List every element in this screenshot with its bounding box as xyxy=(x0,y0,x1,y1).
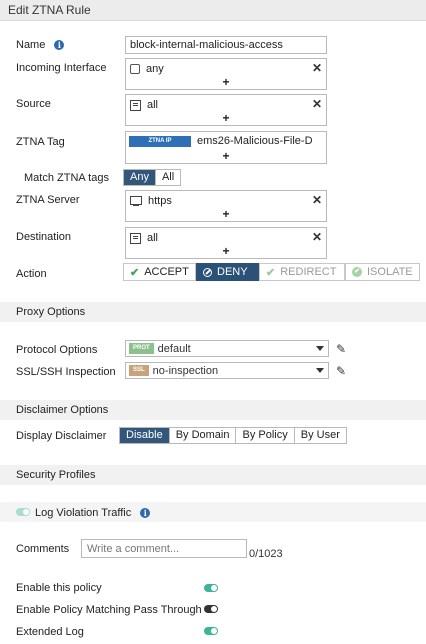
disclaimer-disable-option[interactable]: Disable xyxy=(120,428,170,443)
match-ztna-tags-toggle[interactable]: Any All xyxy=(123,169,182,186)
comments-textarea[interactable] xyxy=(81,539,247,558)
extended-log-label: Extended Log xyxy=(16,626,84,638)
policy-matching-pass-through-toggle[interactable] xyxy=(204,605,218,613)
incoming-interface-field[interactable]: any ✕ + xyxy=(125,58,327,90)
destination-label: Destination xyxy=(16,231,72,243)
deny-icon xyxy=(203,267,212,277)
check-icon: ✔ xyxy=(266,266,276,279)
prot-badge: PROT xyxy=(129,343,154,354)
ztna-server-label: ZTNA Server xyxy=(16,194,80,206)
ssl-badge: SSL xyxy=(129,365,149,376)
disclaimer-options-header: Disclaimer Options xyxy=(0,400,426,420)
check-icon: ✔ xyxy=(130,266,140,279)
dialog-title-bar: Edit ZTNA Rule xyxy=(0,0,426,21)
add-ztna-tag-icon[interactable]: + xyxy=(126,150,326,162)
source-label: Source xyxy=(16,98,51,110)
proxy-options-header: Proxy Options xyxy=(0,302,426,322)
action-redirect-button[interactable]: ✔ REDIRECT xyxy=(259,263,345,281)
ztna-server-field[interactable]: https ✕ + xyxy=(125,190,327,222)
name-field-value: block-internal-malicious-access xyxy=(130,39,283,51)
source-entry: all xyxy=(130,99,158,111)
ztna-tag-label: ZTNA Tag xyxy=(16,136,65,148)
remove-server-icon[interactable]: ✕ xyxy=(312,193,322,207)
disclaimer-by-policy-option[interactable]: By Policy xyxy=(236,428,295,443)
action-isolate-button[interactable]: ✔ ISOLATE xyxy=(345,263,420,281)
ssl-inspection-label: SSL/SSH Inspection xyxy=(16,366,116,378)
action-deny-button[interactable]: DENY xyxy=(196,263,259,281)
match-all-option[interactable]: All xyxy=(155,170,181,185)
add-server-icon[interactable]: + xyxy=(126,208,326,220)
destination-field[interactable]: all ✕ + xyxy=(125,227,327,259)
protocol-options-select[interactable]: PROT default xyxy=(125,340,329,357)
name-label: Name i xyxy=(16,39,65,51)
server-icon xyxy=(130,195,142,206)
security-profiles-header: Security Profiles xyxy=(0,465,426,485)
info-icon[interactable]: i xyxy=(54,40,65,50)
dialog-title: Edit ZTNA Rule xyxy=(8,3,91,17)
interface-icon xyxy=(130,64,140,74)
remove-source-icon[interactable]: ✕ xyxy=(312,97,322,111)
address-icon xyxy=(130,232,141,244)
info-icon[interactable]: i xyxy=(140,508,151,518)
incoming-interface-entry: any xyxy=(130,63,164,75)
disclaimer-by-domain-option[interactable]: By Domain xyxy=(169,428,237,443)
source-field[interactable]: all ✕ + xyxy=(125,94,327,126)
address-icon xyxy=(130,99,141,111)
remove-destination-icon[interactable]: ✕ xyxy=(312,230,322,244)
comments-label: Comments xyxy=(16,543,70,555)
display-disclaimer-label: Display Disclaimer xyxy=(16,430,107,442)
ssl-inspection-select[interactable]: SSL no-inspection xyxy=(125,362,329,379)
add-destination-icon[interactable]: + xyxy=(126,245,326,257)
extended-log-toggle[interactable] xyxy=(204,627,218,635)
add-source-icon[interactable]: + xyxy=(126,112,326,124)
ztna-server-entry: https xyxy=(130,195,172,207)
chevron-down-icon xyxy=(316,346,324,351)
incoming-interface-label: Incoming Interface xyxy=(16,62,107,74)
match-ztna-tags-label: Match ZTNA tags xyxy=(24,172,109,184)
policy-matching-pass-through-label: Enable Policy Matching Pass Through xyxy=(16,604,202,616)
name-field[interactable]: block-internal-malicious-access xyxy=(125,36,327,54)
enable-policy-toggle[interactable] xyxy=(204,584,218,592)
edit-pencil-icon[interactable]: ✎ xyxy=(336,364,346,378)
ztna-tag-field[interactable]: ZTNA IP ems26-Malicious-File-D + xyxy=(125,131,327,164)
chevron-down-icon xyxy=(316,368,324,373)
check-circle-icon: ✔ xyxy=(352,267,362,277)
ztna-tag-entry: ZTNA IP ems26-Malicious-File-D xyxy=(129,135,312,147)
display-disclaimer-toggle[interactable]: Disable By Domain By Policy By User xyxy=(119,427,347,444)
destination-entry: all xyxy=(130,232,158,244)
ztna-ip-chip: ZTNA IP xyxy=(129,135,191,147)
disclaimer-by-user-option[interactable]: By User xyxy=(294,428,346,443)
remove-interface-icon[interactable]: ✕ xyxy=(312,61,322,75)
action-accept-button[interactable]: ✔ ACCEPT xyxy=(123,263,196,281)
log-violation-toggle[interactable] xyxy=(16,508,30,516)
add-interface-icon[interactable]: + xyxy=(126,76,326,88)
action-label: Action xyxy=(16,268,47,280)
comments-counter: 0/1023 xyxy=(249,548,283,560)
protocol-options-label: Protocol Options xyxy=(16,344,98,356)
match-any-option[interactable]: Any xyxy=(124,170,156,185)
enable-policy-label: Enable this policy xyxy=(16,582,102,594)
edit-pencil-icon[interactable]: ✎ xyxy=(336,342,346,356)
log-violation-label: Log Violation Traffic i xyxy=(35,507,151,519)
